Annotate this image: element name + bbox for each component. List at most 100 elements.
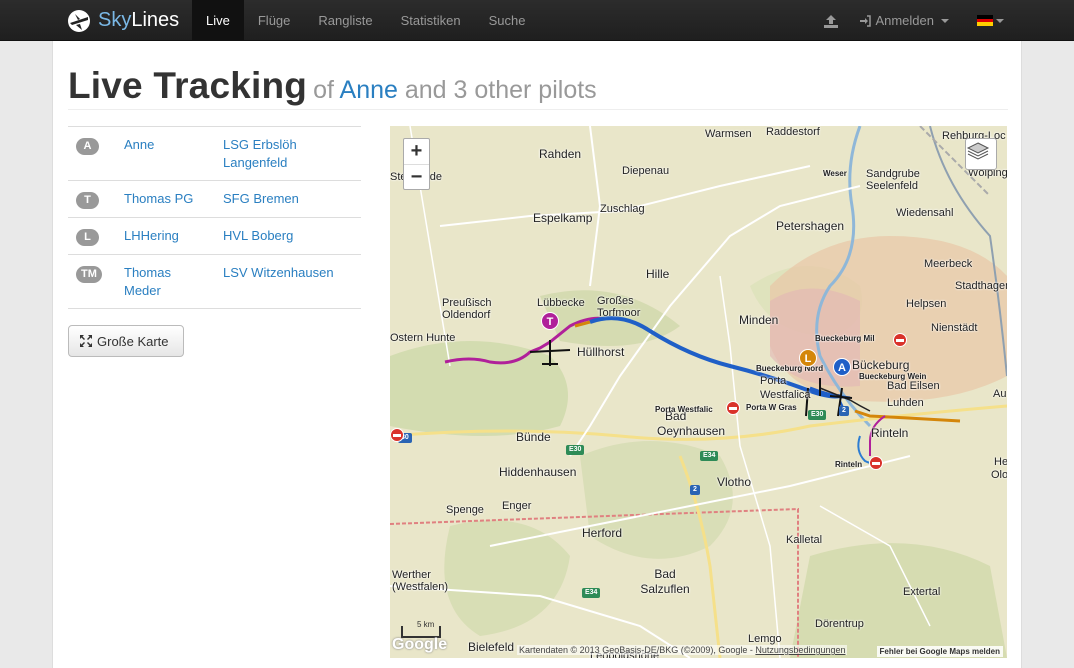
title-pilot-link[interactable]: Anne: [340, 76, 398, 104]
table-row: A Anne LSG Erbslöh Langenfeld: [68, 126, 361, 181]
pilot-marker-a[interactable]: A: [833, 358, 851, 376]
title-main: Live Tracking: [68, 65, 308, 106]
login-menu[interactable]: Anmelden: [859, 13, 949, 28]
big-map-label: Große Karte: [97, 333, 169, 349]
club-link[interactable]: SFG Bremen: [223, 191, 299, 206]
place-label: Petershagen: [776, 219, 845, 233]
table-row: TM Thomas Meder LSV Witzenhausen: [68, 254, 361, 309]
big-map-button[interactable]: Große Karte: [68, 325, 184, 357]
place-label: Minden: [739, 313, 779, 327]
club-link[interactable]: LSG Erbslöh Langenfeld: [223, 137, 297, 170]
title-rest: and 3 other pilots: [404, 76, 597, 104]
zoom-out-button[interactable]: −: [404, 164, 429, 189]
chevron-down-icon: [941, 18, 949, 23]
place-label: Rinteln: [871, 426, 909, 440]
pilot-marker-l[interactable]: L: [799, 349, 817, 367]
pilot-badge: T: [76, 192, 99, 209]
place-label: Luhden: [887, 397, 924, 409]
place-label: Bad Salzuflen: [640, 567, 690, 596]
airfield-icon[interactable]: [869, 456, 883, 470]
place-label: Bueckeburg Mil: [815, 334, 875, 343]
road-shield: E34: [582, 588, 601, 598]
place-label: Olo: [991, 469, 1007, 481]
airfield-icon[interactable]: [390, 428, 404, 442]
pilot-badge: A: [76, 138, 99, 155]
road-shield: E30: [808, 410, 827, 420]
place-label: Oeynhausen: [657, 424, 726, 438]
place-label: Extertal: [903, 586, 941, 598]
pilot-table: A Anne LSG Erbslöh Langenfeld T Thomas P…: [68, 126, 361, 309]
fullscreen-icon: [80, 335, 92, 347]
place-label: Rinteln: [835, 460, 863, 469]
main-nav: Live Flüge Rangliste Statistiken Suche: [192, 0, 539, 41]
place-label: Lübbecke: [537, 297, 585, 309]
login-label: Anmelden: [875, 13, 934, 28]
road-shield: E34: [700, 451, 719, 461]
place-label: Spenge: [446, 504, 484, 516]
place-label: Sandgrube Seelenfeld: [866, 168, 920, 192]
place-label: Meerbeck: [924, 258, 973, 270]
title-of: of: [313, 76, 334, 104]
airfield-icon[interactable]: [893, 333, 907, 347]
brand-lines: Lines: [131, 9, 180, 31]
brand-name: SkyLines: [98, 9, 179, 32]
pilot-marker-t[interactable]: T: [541, 312, 559, 330]
attribution-text: Kartendaten © 2013 GeoBasis-DE/BKG (©200…: [519, 645, 753, 655]
place-label: Dörentrup: [815, 618, 864, 630]
place-label: Bad Eilsen: [887, 380, 940, 392]
chevron-down-icon: [996, 18, 1004, 23]
place-label: Nienstädt: [931, 322, 978, 334]
pilot-name-link[interactable]: Anne: [124, 137, 154, 152]
scale-label: 5 km: [417, 620, 435, 629]
brand[interactable]: SkyLines: [66, 0, 179, 41]
layers-icon: [966, 142, 990, 160]
pilot-name-link[interactable]: Thomas Meder: [124, 265, 171, 298]
pilot-name-link[interactable]: LHHering: [124, 228, 179, 243]
club-link[interactable]: HVL Boberg: [223, 228, 293, 243]
skylines-logo-icon: [68, 9, 90, 32]
zoom-in-button[interactable]: +: [404, 139, 429, 164]
map[interactable]: Rahden Warmsen Raddestorf Rehburg-Loc St…: [390, 126, 1007, 658]
place-label: Preußisch Oldendorf: [442, 297, 492, 321]
report-map-error-link[interactable]: Fehler bei Google Maps melden: [876, 646, 1003, 657]
place-label: Großes Torfmoor: [597, 295, 641, 319]
nav-fluege[interactable]: Flüge: [244, 0, 305, 41]
nav-suche[interactable]: Suche: [475, 0, 540, 41]
upload-icon[interactable]: [823, 14, 839, 28]
place-label: Enger: [502, 500, 532, 512]
pilot-name-link[interactable]: Thomas PG: [124, 191, 193, 206]
road-shield: 2: [690, 485, 700, 495]
nav-rangliste[interactable]: Rangliste: [304, 0, 386, 41]
place-label: Ostern Hunte: [390, 332, 456, 344]
layers-button[interactable]: [965, 138, 997, 170]
place-label: Raddestorf: [766, 126, 820, 138]
place-label: Kalletal: [786, 534, 823, 546]
terms-link[interactable]: Nutzungsbedingungen: [755, 645, 845, 655]
place-label: Au: [993, 388, 1007, 400]
flag-de-icon: [977, 15, 993, 27]
table-row: T Thomas PG SFG Bremen: [68, 180, 361, 218]
place-label: Diepenau: [622, 165, 670, 177]
road-shield: 2: [839, 406, 849, 416]
map-attribution: Kartendaten © 2013 GeoBasis-DE/BKG (©200…: [517, 645, 848, 655]
page-title: Live Tracking of Anne and 3 other pilots: [68, 65, 1008, 110]
airfield-icon[interactable]: [726, 401, 740, 415]
place-label: Zuschlag: [600, 203, 645, 215]
nav-right: Anmelden: [823, 0, 1004, 41]
title-sub: of Anne and 3 other pilots: [313, 76, 597, 104]
club-link[interactable]: LSV Witzenhausen: [223, 265, 334, 280]
place-label: Hille: [646, 267, 670, 281]
sign-in-icon: [860, 14, 872, 27]
nav-live[interactable]: Live: [192, 0, 244, 41]
place-label: Porta Westfalic: [655, 405, 713, 414]
place-label: Weser: [823, 169, 847, 178]
place-label: Porta W Gras: [746, 403, 797, 412]
place-label: Stadthagen: [955, 280, 1007, 292]
pilot-badge: TM: [76, 266, 102, 283]
language-menu[interactable]: [977, 15, 1004, 27]
table-row: L LHHering HVL Boberg: [68, 217, 361, 255]
place-label: Warmsen: [705, 128, 752, 140]
place-label: Wiedensahl: [896, 207, 954, 219]
nav-statistiken[interactable]: Statistiken: [387, 0, 475, 41]
place-label: Vlotho: [717, 475, 752, 489]
